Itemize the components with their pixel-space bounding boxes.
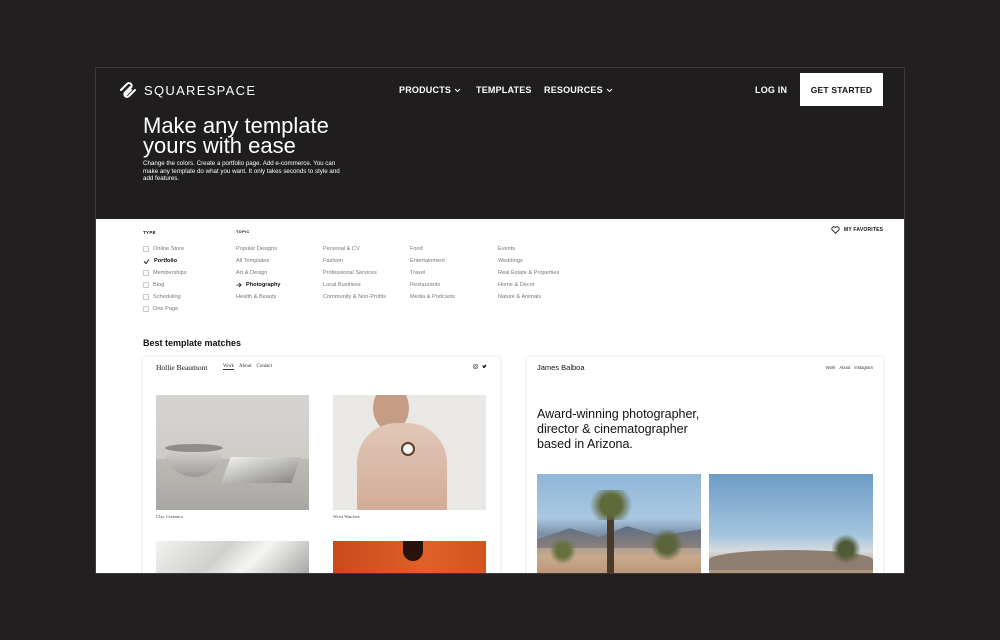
topic-link[interactable]: Restaurants [410, 279, 455, 291]
topic-link[interactable]: Local Business [323, 279, 386, 291]
type-option-blog[interactable]: Blog [143, 279, 187, 291]
nav-products-label: PRODUCTS [399, 85, 452, 95]
topic-link[interactable]: Food [410, 243, 455, 255]
type-option-one-page[interactable]: One Page [143, 303, 187, 315]
nav-templates-label: TEMPLATES [476, 85, 532, 95]
hero-subtitle: Change the colors. Create a portfolio pa… [143, 160, 340, 182]
topic-link[interactable]: Media & Podcasts [410, 291, 455, 303]
instagram-icon [473, 364, 478, 369]
topic-link[interactable]: Personal & CV [323, 243, 386, 255]
ceramics-photo[interactable] [156, 395, 309, 510]
topic-link[interactable]: Home & Decor [498, 279, 559, 291]
checkmark-icon[interactable] [143, 258, 150, 265]
type-filter-list: Online Store Portfolio Memberships Blog … [143, 243, 187, 315]
topic-link[interactable]: Travel [410, 267, 455, 279]
hero-title: Make any template yours with ease [143, 113, 329, 158]
topic-link[interactable]: All Templates [236, 255, 281, 267]
thumbnail-caption: Clay Ceramics [156, 514, 184, 519]
topic-column-1: Popular Designs All Templates Art & Desi… [236, 243, 281, 303]
type-option-label: Scheduling [153, 294, 181, 300]
nav-resources-label: RESOURCES [544, 85, 603, 95]
topic-link[interactable]: Professional Services [323, 267, 386, 279]
login-link[interactable]: LOG IN [755, 85, 787, 95]
heart-icon [831, 226, 840, 234]
type-option-portfolio[interactable]: Portfolio [143, 255, 187, 267]
topic-link[interactable]: Fashion [323, 255, 386, 267]
topic-link[interactable]: Popular Designs [236, 243, 281, 255]
topic-column-4: Events Weddings Real Estate & Properties… [498, 243, 559, 303]
topic-link-photography[interactable]: Photography [236, 279, 281, 291]
checkbox[interactable] [143, 270, 149, 276]
squarespace-logo-icon [120, 82, 136, 98]
arrow-right-icon [236, 282, 242, 288]
thumbnail-caption: Wrist Watches [333, 514, 360, 519]
desert-photo-1[interactable] [537, 474, 701, 573]
nav-products[interactable]: PRODUCTS [399, 85, 461, 95]
template-headline: Award-winning photographer, director & c… [537, 407, 700, 451]
topic-link[interactable]: Entertainment [410, 255, 455, 267]
checkbox[interactable] [143, 294, 149, 300]
type-option-label: Memberships [153, 270, 187, 276]
template-site-nav: Work About Contact [223, 364, 272, 370]
type-option-label: Portfolio [154, 258, 177, 264]
topic-link[interactable]: Community & Non-Profits [323, 291, 386, 303]
template-nav-link: Work [223, 364, 234, 370]
login-label: LOG IN [755, 85, 788, 95]
template-site-nav: Work About Instagram [826, 365, 873, 370]
template-nav-link: About [839, 365, 851, 370]
topic-link[interactable]: Art & Design [236, 267, 281, 279]
still-life-photo[interactable] [333, 541, 486, 573]
twitter-icon [482, 364, 487, 368]
nav-resources[interactable]: RESOURCES [544, 85, 613, 95]
nav-templates[interactable]: TEMPLATES [476, 85, 532, 95]
topic-link[interactable]: Nature & Animals [498, 291, 559, 303]
type-option-memberships[interactable]: Memberships [143, 267, 187, 279]
favorites-label: MY FAVORITES [844, 227, 884, 233]
type-option-scheduling[interactable]: Scheduling [143, 291, 187, 303]
topic-link[interactable]: Events [498, 243, 559, 255]
template-site-name: Hollie Beaumont [156, 363, 208, 372]
template-card-james-balboa[interactable]: James Balboa Work About Instagram Award-… [527, 357, 883, 573]
type-option-online-store[interactable]: Online Store [143, 243, 187, 255]
topic-column-3: Food Entertainment Travel Restaurants Me… [410, 243, 455, 303]
template-site-name: James Balboa [537, 363, 585, 372]
topic-column-2: Personal & CV Fashion Professional Servi… [323, 243, 386, 303]
topic-link[interactable]: Weddings [498, 255, 559, 267]
chevron-down-icon [454, 88, 461, 92]
browser-frame: SQUARESPACE PRODUCTS TEMPLATES RESOURCES… [95, 67, 905, 574]
type-option-label: One Page [153, 306, 179, 312]
watch-photo[interactable] [333, 395, 486, 510]
brand-name: SQUARESPACE [144, 82, 257, 98]
topic-link-label: Photography [246, 282, 281, 288]
template-social-icons [473, 364, 487, 369]
chevron-down-icon [606, 88, 613, 92]
desert-photo-2[interactable] [709, 474, 873, 573]
template-card-hollie-beaumont[interactable]: Hollie Beaumont Work About Contact Clay … [143, 357, 500, 573]
topic-link[interactable]: Real Estate & Properties [498, 267, 559, 279]
squarespace-logo[interactable]: SQUARESPACE [118, 81, 256, 99]
template-nav-link: About [238, 364, 252, 369]
type-filter-label: TYPE [143, 230, 156, 235]
checkbox[interactable] [143, 282, 149, 288]
type-option-label: Blog [153, 282, 165, 288]
product-photo[interactable] [156, 541, 309, 573]
get-started-button[interactable]: GET STARTED [800, 73, 883, 106]
checkbox[interactable] [143, 306, 149, 312]
hero-section: SQUARESPACE PRODUCTS TEMPLATES RESOURCES… [96, 68, 904, 219]
my-favorites-button[interactable]: MY FAVORITES [831, 226, 883, 234]
template-nav-link: Work [825, 365, 836, 370]
topic-filter-label: TOPIC [236, 229, 250, 234]
checkbox[interactable] [143, 246, 149, 252]
topic-link[interactable]: Health & Beauty [236, 291, 281, 303]
template-nav-link: Contact [256, 364, 273, 369]
type-option-label: Online Store [153, 246, 185, 252]
template-nav-link: Instagram [854, 365, 873, 370]
results-heading: Best template matches [143, 338, 242, 348]
